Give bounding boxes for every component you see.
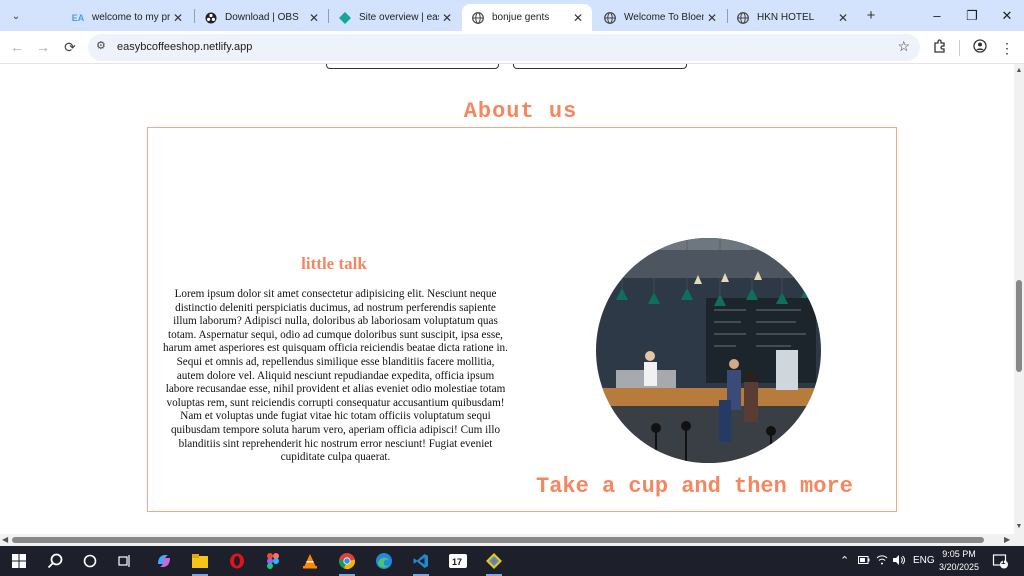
reload-button[interactable]: ⟳ — [61, 38, 79, 56]
previous-section-card — [513, 64, 687, 69]
horizontal-scroll-thumb[interactable] — [12, 537, 984, 543]
talk-title: little talk — [301, 254, 367, 273]
ea-favicon-icon: EA — [71, 12, 85, 23]
opera-icon[interactable] — [226, 550, 248, 572]
clock-time: 9:05 PM — [942, 549, 976, 559]
globe-icon — [604, 11, 616, 24]
vlc-icon[interactable] — [299, 550, 321, 572]
talk-body: Lorem ipsum dolor sit amet consectetur a… — [163, 288, 508, 464]
scroll-right-arrow-icon[interactable]: ▶ — [1004, 535, 1010, 544]
close-tab-icon[interactable]: ✕ — [835, 11, 851, 25]
tab-site-overview[interactable]: Site overview | easy ✕ — [329, 4, 461, 31]
bookmark-star-icon[interactable]: ☆ — [897, 38, 910, 55]
notifications-button[interactable]: 1 — [992, 553, 1008, 569]
netlify-icon — [339, 11, 351, 24]
close-tab-icon[interactable]: ✕ — [704, 11, 720, 25]
previous-section-card — [326, 64, 499, 69]
wifi-icon[interactable] — [876, 546, 888, 576]
tab-obs[interactable]: Download | OBS ✕ — [195, 4, 328, 31]
scroll-left-arrow-icon[interactable]: ◀ — [2, 535, 8, 544]
forward-button[interactable]: → — [34, 38, 52, 56]
close-tab-icon[interactable]: ✕ — [170, 11, 186, 25]
tab-welcome[interactable]: EA welcome to my pro ✕ — [62, 4, 192, 31]
about-title: About us — [463, 99, 578, 124]
profile-icon[interactable] — [970, 38, 990, 58]
coffee-shop-image — [596, 238, 821, 463]
close-tab-icon[interactable]: ✕ — [439, 11, 455, 25]
horizontal-scrollbar[interactable]: ◀ ▶ — [0, 534, 1024, 546]
vertical-scrollbar[interactable]: ▲ ▼ — [1014, 64, 1024, 534]
language-indicator[interactable]: ENG — [913, 546, 935, 576]
address-bar[interactable]: ⚙ easybcoffeeshop.netlify.app ☆ — [88, 34, 920, 61]
svg-text:17: 17 — [452, 557, 462, 567]
clock-date: 3/20/2025 — [938, 562, 980, 572]
notification-count: 1 — [1001, 557, 1006, 566]
tab-strip: ⌄ EA welcome to my pro ✕ Download | OBS … — [0, 0, 1024, 31]
figma-icon[interactable] — [262, 550, 284, 572]
menu-icon[interactable]: ⋮ — [997, 38, 1017, 58]
tab-bloemfontein[interactable]: Welcome To Bloemf ✕ — [594, 4, 726, 31]
browser-toolbar: ← → ⟳ ⚙ easybcoffeeshop.netlify.app ☆ ⋮ — [0, 31, 1024, 64]
restore-button[interactable]: ❐ — [955, 0, 989, 31]
task-view-icon[interactable] — [114, 550, 136, 572]
obs-icon — [205, 12, 217, 24]
new-tab-button[interactable]: + — [862, 7, 880, 25]
close-tab-icon[interactable]: ✕ — [570, 11, 586, 25]
tab-hkn-hotel[interactable]: HKN HOTEL ✕ — [727, 4, 857, 31]
scroll-down-arrow-icon[interactable]: ▼ — [1015, 523, 1023, 530]
scroll-up-arrow-icon[interactable]: ▲ — [1015, 67, 1023, 74]
volume-icon[interactable] — [893, 546, 906, 576]
tab-title: Site overview | easy — [359, 12, 439, 23]
close-tab-icon[interactable]: ✕ — [306, 11, 322, 25]
url-text: easybcoffeeshop.netlify.app — [117, 41, 253, 53]
clock[interactable]: 9:05 PM 3/20/2025 — [936, 548, 982, 574]
globe-icon — [472, 11, 484, 24]
tab-title: Download | OBS — [225, 12, 299, 23]
windows-start-icon[interactable] — [8, 550, 30, 572]
tab-title: bonjue gents — [492, 12, 550, 23]
page-viewport: About us little talk Lorem ipsum dolor s… — [0, 64, 1014, 534]
vscode-icon[interactable] — [410, 550, 432, 576]
about-section: little talk Lorem ipsum dolor sit amet c… — [147, 127, 897, 512]
copilot-icon[interactable] — [153, 550, 175, 572]
globe-icon — [737, 11, 749, 24]
tagline: Take a cup and then more — [536, 474, 853, 499]
tab-search-button[interactable]: ⌄ — [6, 6, 26, 26]
site-info-icon[interactable]: ⚙ — [96, 39, 106, 52]
show-hidden-icons-icon[interactable]: ⌃ — [840, 546, 849, 576]
cortana-icon[interactable] — [79, 550, 101, 572]
edge-icon[interactable] — [373, 550, 395, 572]
close-window-button[interactable]: ✕ — [990, 0, 1024, 31]
back-button[interactable]: ← — [8, 38, 26, 56]
tab-title: welcome to my pro — [92, 12, 170, 23]
vertical-scroll-thumb[interactable] — [1016, 280, 1022, 372]
chrome-icon[interactable] — [336, 550, 358, 576]
minimize-button[interactable]: – — [920, 0, 954, 31]
tab-title: Welcome To Bloemf — [624, 12, 704, 23]
file-explorer-icon[interactable] — [189, 550, 211, 576]
tab-bonjue-gents[interactable]: bonjue gents ✕ — [462, 4, 592, 31]
windows-taskbar: 17 ⌃ ENG 9:05 PM 3/20/2025 1 — [0, 546, 1024, 576]
search-icon[interactable] — [44, 550, 66, 572]
battery-icon[interactable] — [858, 546, 870, 576]
app-diamond-icon[interactable] — [483, 550, 505, 576]
extensions-icon[interactable] — [930, 38, 950, 58]
tab-title: HKN HOTEL — [757, 12, 815, 23]
tradingview-icon[interactable]: 17 — [447, 550, 469, 572]
